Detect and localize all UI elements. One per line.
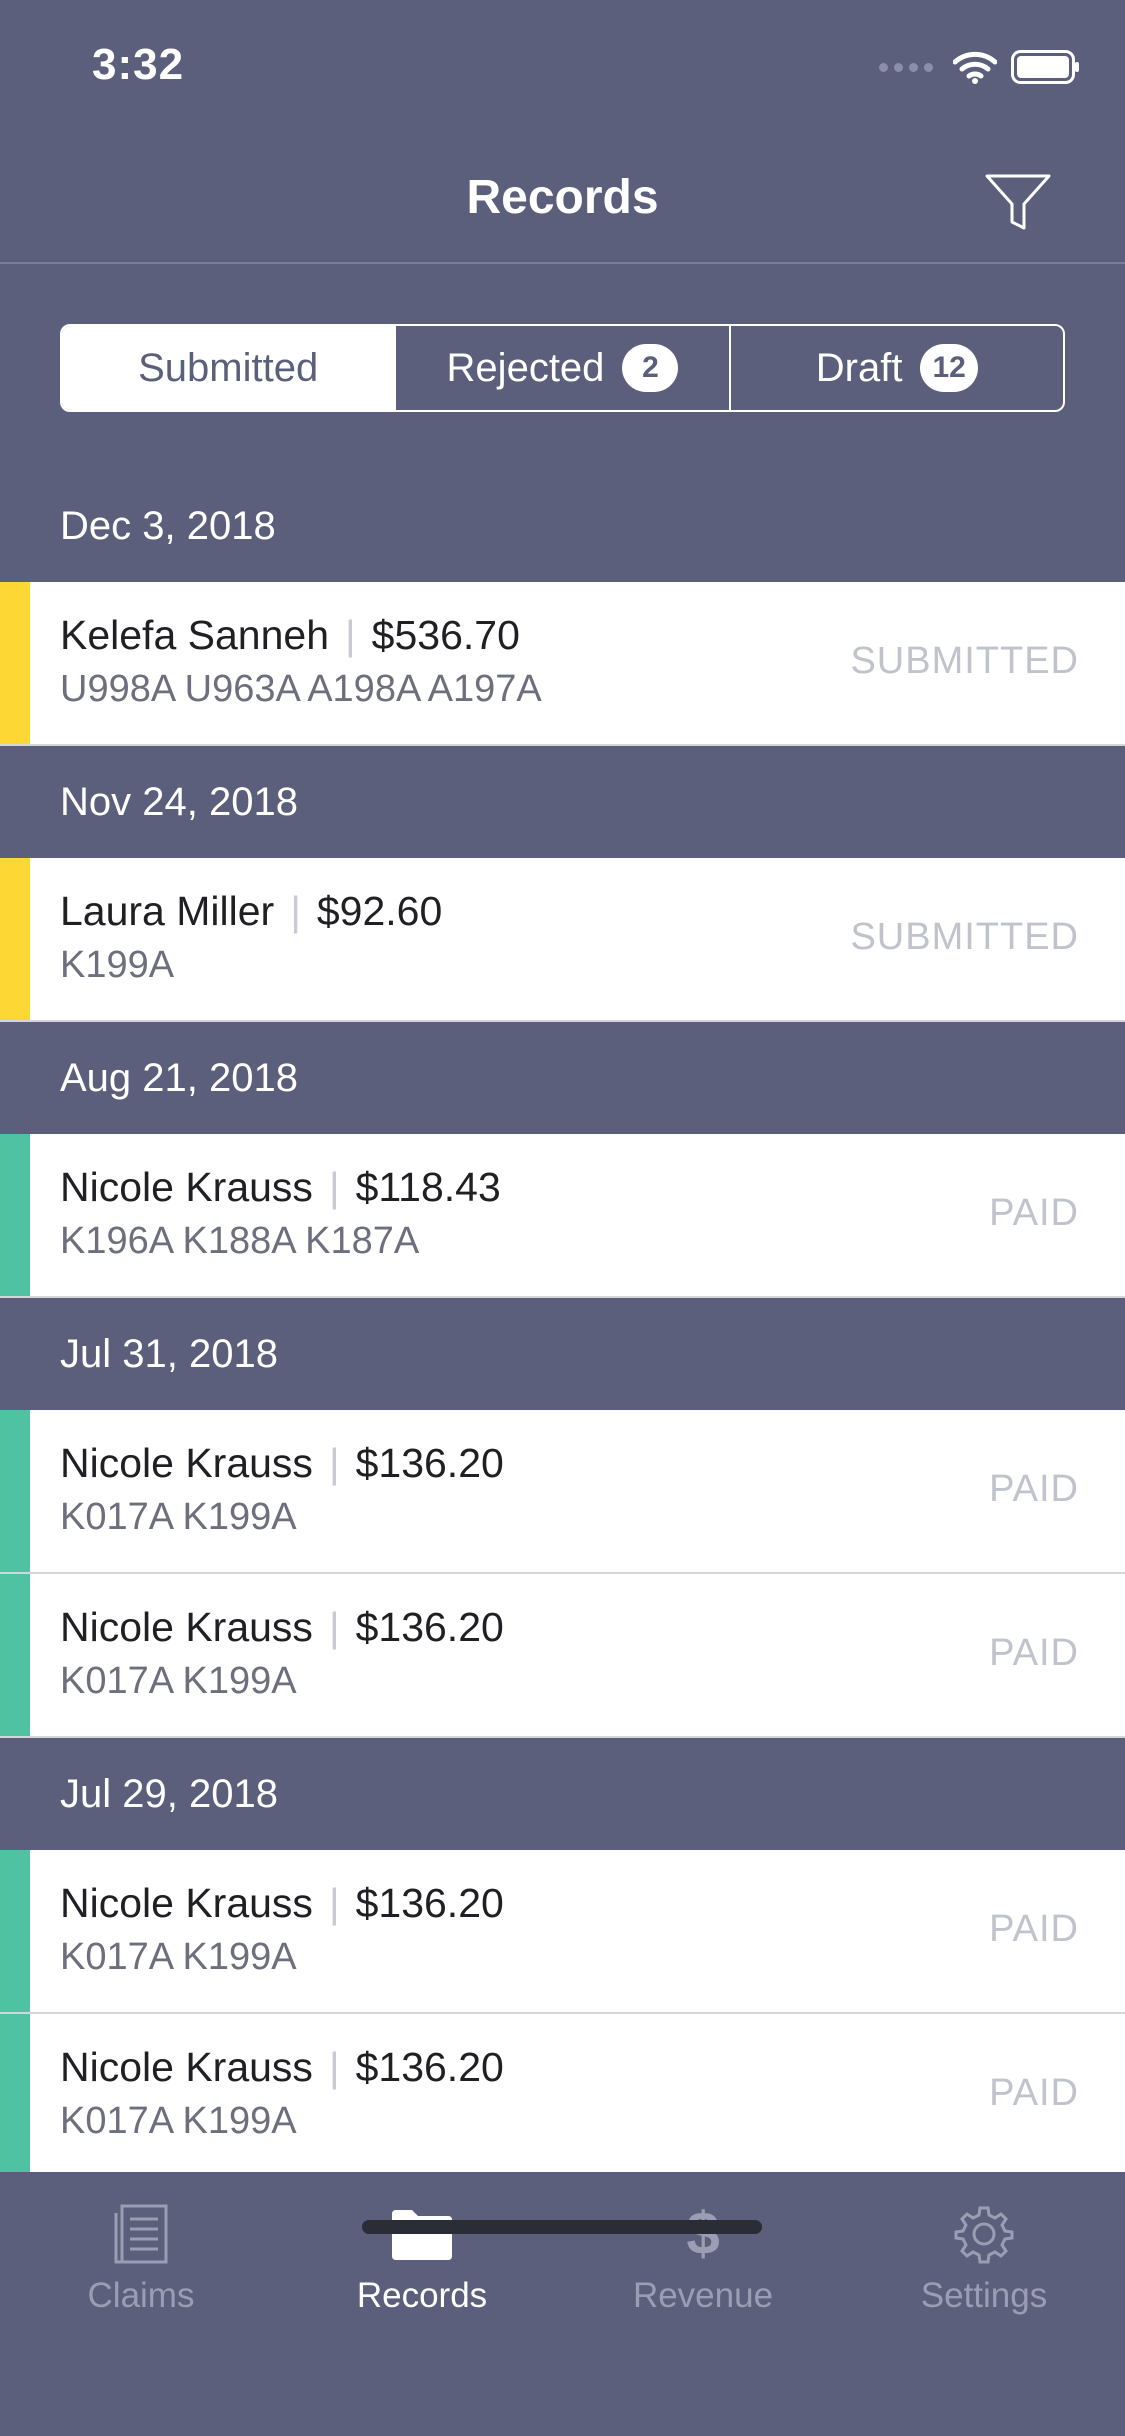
separator: |	[345, 612, 356, 658]
filter-button[interactable]	[983, 172, 1053, 232]
separator: |	[328, 1604, 340, 1650]
record-name-line: Nicole Krauss | $136.20	[60, 1604, 504, 1651]
patient-name: Nicole Krauss	[60, 1440, 313, 1486]
status-label: PAID	[989, 1908, 1079, 1950]
record-row[interactable]: Nicole Krauss | $136.20 K017A K199A PAID	[0, 1850, 1125, 2014]
claim-codes: K017A K199A	[60, 2100, 297, 2142]
status-color-bar	[0, 582, 30, 744]
separator: |	[328, 1880, 340, 1926]
status-label: SUBMITTED	[850, 916, 1079, 958]
record-name-line: Nicole Krauss | $136.20	[60, 1440, 504, 1487]
separator: |	[328, 1440, 340, 1486]
segment-rejected[interactable]: Rejected 2	[394, 326, 728, 410]
status-label: PAID	[989, 1192, 1079, 1234]
claim-codes: K017A K199A	[60, 1936, 297, 1978]
folder-icon	[392, 2210, 452, 2260]
signal-icon	[879, 62, 933, 72]
claim-amount: $136.20	[355, 1440, 504, 1486]
claim-codes: K199A	[60, 944, 175, 986]
battery-icon	[1011, 50, 1079, 84]
status-color-bar	[0, 1850, 30, 2012]
status-color-bar	[0, 1574, 30, 1736]
separator: |	[328, 2044, 340, 2090]
segment-label: Draft	[815, 345, 903, 390]
segment-draft[interactable]: Draft 12	[728, 326, 1063, 410]
gear-icon	[954, 2206, 1014, 2264]
status-bar: 3:32	[0, 0, 1125, 132]
navigation-bar: Records	[0, 132, 1125, 264]
record-row[interactable]: Nicole Krauss | $136.20 K017A K199A PAID	[0, 1574, 1125, 1738]
records-list: Dec 3, 2018 Kelefa Sanneh | $536.70 U998A U9…	[0, 470, 1125, 2178]
claim-amount: $536.70	[371, 612, 520, 658]
separator: |	[328, 1164, 340, 1210]
status-label: PAID	[989, 1632, 1079, 1674]
claim-amount: $136.20	[355, 1880, 504, 1926]
count-badge: 12	[920, 344, 978, 392]
section-date-header: Nov 24, 2018	[60, 779, 298, 824]
status-label: SUBMITTED	[850, 640, 1079, 682]
claim-codes: K017A K199A	[60, 1496, 297, 1538]
segment-label: Submitted	[138, 345, 319, 390]
claim-amount: $118.43	[355, 1164, 501, 1210]
app-screen: 3:32 Records Submitted Rejected 2 Draft	[0, 0, 1125, 2436]
patient-name: Kelefa Sanneh	[60, 612, 330, 658]
patient-name: Nicole Krauss	[60, 2044, 313, 2090]
section-date-header: Jul 29, 2018	[60, 1771, 278, 1816]
patient-name: Nicole Krauss	[60, 1880, 313, 1926]
wifi-icon	[953, 51, 997, 84]
status-time: 3:32	[92, 40, 185, 89]
record-name-line: Laura Miller | $92.60	[60, 888, 442, 935]
tab-bar: Claims Records $ Revenue	[0, 2172, 1125, 2436]
count-badge: 2	[622, 344, 679, 392]
segment-label: Rejected	[446, 345, 605, 390]
record-row[interactable]: Nicole Krauss | $136.20 K017A K199A PAID	[0, 2014, 1125, 2178]
status-color-bar	[0, 2014, 30, 2176]
filter-icon	[985, 174, 1051, 230]
section-date-header: Dec 3, 2018	[60, 503, 276, 548]
page-title: Records	[466, 171, 659, 224]
tab-label-settings: Settings	[920, 2276, 1048, 2315]
tab-claims[interactable]: Claims	[0, 2200, 282, 2316]
status-color-bar	[0, 1134, 30, 1296]
status-color-bar	[0, 858, 30, 1020]
claim-codes: K017A K199A	[60, 1660, 297, 1702]
status-icons	[879, 50, 1081, 84]
status-label: PAID	[989, 1468, 1079, 1510]
record-row[interactable]: Nicole Krauss | $118.43 K196A K188A K187A PA…	[0, 1134, 1125, 1298]
home-indicator	[362, 2220, 762, 2234]
record-name-line: Nicole Krauss | $136.20	[60, 2044, 504, 2091]
claim-amount: $136.20	[355, 2044, 504, 2090]
document-icon	[114, 2204, 168, 2264]
patient-name: Nicole Krauss	[60, 1604, 313, 1650]
patient-name: Nicole Krauss	[60, 1164, 313, 1210]
segment-submitted[interactable]: Submitted	[62, 326, 395, 410]
record-row[interactable]: Nicole Krauss | $136.20 K017A K199A PAID	[0, 1410, 1125, 1574]
section-date-header: Aug 21, 2018	[60, 1055, 298, 1100]
record-name-line: Nicole Krauss | $136.20	[60, 1880, 504, 1927]
tab-settings[interactable]: Settings	[843, 2200, 1125, 2316]
segmented-control: Submitted Rejected 2 Draft 12	[60, 324, 1065, 412]
status-label: PAID	[989, 2072, 1079, 2114]
tab-label-revenue: Revenue	[632, 2276, 774, 2315]
section-date-header: Jul 31, 2018	[60, 1331, 278, 1376]
claim-amount: $136.20	[355, 1604, 504, 1650]
record-row[interactable]: Laura Miller | $92.60 K199A SUBMITTED	[0, 858, 1125, 1022]
claim-codes: U998A U963A A198A A197A	[60, 668, 542, 710]
record-name-line: Nicole Krauss | $118.43	[60, 1164, 501, 1211]
dollar-icon: $	[686, 2204, 719, 2264]
record-row[interactable]: Kelefa Sanneh | $536.70 U998A U963A A198A A…	[0, 582, 1125, 746]
tab-label-claims: Claims	[87, 2276, 195, 2315]
record-name-line: Kelefa Sanneh | $536.70	[60, 612, 520, 659]
tab-records[interactable]: Records	[281, 2200, 563, 2316]
claim-codes: K196A K188A K187A	[60, 1220, 420, 1262]
patient-name: Laura Miller	[60, 888, 275, 934]
status-color-bar	[0, 1410, 30, 1572]
tab-label-records: Records	[356, 2276, 488, 2315]
claim-amount: $92.60	[316, 888, 443, 934]
tab-revenue[interactable]: $ Revenue	[562, 2200, 844, 2316]
separator: |	[290, 888, 301, 934]
